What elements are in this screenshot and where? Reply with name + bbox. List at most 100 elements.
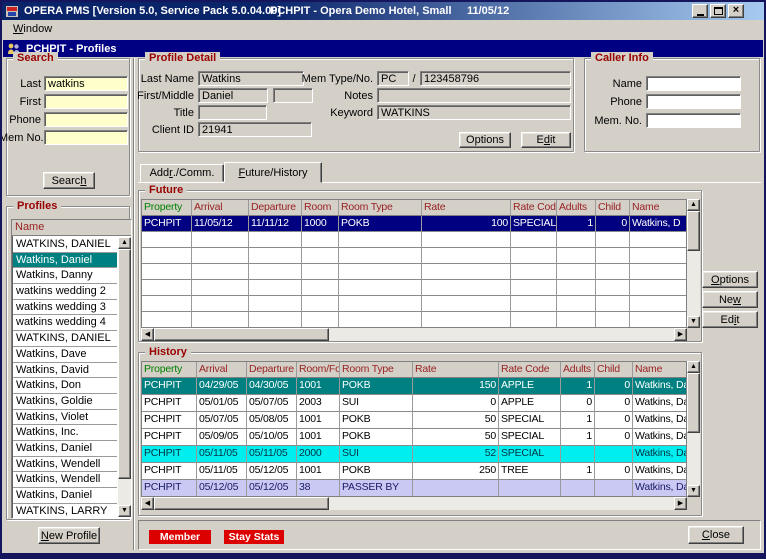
maximize-button[interactable] bbox=[710, 4, 726, 18]
column-header[interactable]: Property bbox=[142, 200, 192, 215]
list-item[interactable]: Watkins, Daniel bbox=[13, 441, 117, 457]
notes-field[interactable] bbox=[377, 88, 571, 103]
list-item[interactable]: Watkins, Daniel bbox=[13, 488, 117, 504]
column-header[interactable]: Name bbox=[633, 362, 687, 377]
table-row[interactable]: PCHPIT05/11/0505/12/051001POKB250TREE10W… bbox=[142, 463, 686, 480]
list-item[interactable]: Watkins, Wendell bbox=[13, 472, 117, 488]
list-item[interactable]: Watkins, Danny bbox=[13, 268, 117, 284]
client-id-field[interactable] bbox=[198, 122, 312, 137]
scroll-down-icon[interactable]: ▼ bbox=[687, 316, 700, 328]
scroll-up-icon[interactable]: ▲ bbox=[118, 237, 131, 249]
table-row[interactable]: PCHPIT05/07/0505/08/051001POKB50SPECIAL1… bbox=[142, 412, 686, 429]
scroll-up-icon[interactable]: ▲ bbox=[687, 199, 700, 211]
scrollbar-thumb[interactable] bbox=[154, 497, 329, 510]
tab-addr-comm[interactable]: Addr./Comm. bbox=[140, 164, 224, 182]
list-item[interactable]: Watkins, Wendell bbox=[13, 457, 117, 473]
scrollbar-thumb[interactable] bbox=[687, 373, 700, 433]
column-header[interactable]: Room Type bbox=[339, 200, 422, 215]
list-item[interactable]: Watkins, Violet bbox=[13, 410, 117, 426]
list-item[interactable]: Watkins, Dave bbox=[13, 347, 117, 363]
list-item[interactable]: Watkins, Don bbox=[13, 378, 117, 394]
title-field[interactable] bbox=[198, 105, 267, 120]
list-item[interactable]: watkins wedding 4 bbox=[13, 315, 117, 331]
list-item[interactable]: Watkins, Inc. bbox=[13, 425, 117, 441]
column-header[interactable]: Adults bbox=[561, 362, 595, 377]
list-item[interactable]: Watkins, Daniel bbox=[13, 253, 117, 269]
scroll-right-icon[interactable]: ▶ bbox=[674, 497, 687, 510]
first-name-field[interactable] bbox=[198, 88, 268, 103]
list-item[interactable]: watkins wedding 3 bbox=[13, 300, 117, 316]
column-header[interactable]: Departure bbox=[249, 200, 302, 215]
table-row[interactable]: PCHPIT11/05/1211/11/121000POKB100SPECIAL… bbox=[142, 216, 686, 232]
scrollbar-thumb[interactable] bbox=[118, 249, 131, 479]
keyword-field[interactable] bbox=[377, 105, 571, 120]
menu-item-window[interactable]: Window bbox=[8, 22, 57, 36]
column-header[interactable]: Adults bbox=[557, 200, 596, 215]
table-row[interactable]: PCHPIT04/29/0504/30/051001POKB150APPLE10… bbox=[142, 378, 686, 395]
column-header[interactable]: Arrival bbox=[197, 362, 247, 377]
minimize-button[interactable] bbox=[692, 4, 708, 18]
mem-no-input[interactable] bbox=[44, 130, 128, 145]
profile-edit-button[interactable]: Edit bbox=[521, 132, 571, 148]
table-row[interactable]: PCHPIT05/11/0505/11/052000SUI52SPECIALWa… bbox=[142, 446, 686, 463]
column-header[interactable]: Child bbox=[595, 362, 633, 377]
scrollbar-track[interactable] bbox=[329, 328, 674, 341]
scroll-down-icon[interactable]: ▼ bbox=[687, 485, 700, 497]
column-header[interactable]: Rate bbox=[413, 362, 499, 377]
column-header[interactable]: Arrival bbox=[192, 200, 249, 215]
column-header[interactable]: Property bbox=[142, 362, 197, 377]
table-row[interactable] bbox=[142, 312, 686, 328]
caller-mem-no-input[interactable] bbox=[646, 113, 741, 128]
scrollbar-track[interactable] bbox=[329, 497, 674, 510]
new-profile-button[interactable]: New Profile bbox=[38, 527, 100, 544]
column-header[interactable]: Room/Fol. bbox=[297, 362, 340, 377]
column-header[interactable]: Child bbox=[596, 200, 630, 215]
last-input[interactable] bbox=[44, 76, 128, 91]
table-row[interactable] bbox=[142, 248, 686, 264]
close-button[interactable]: Close bbox=[688, 526, 744, 544]
list-item[interactable]: WATKINS, DANIEL bbox=[13, 331, 117, 347]
last-name-field[interactable] bbox=[198, 71, 304, 86]
table-row[interactable] bbox=[142, 280, 686, 296]
mem-type-field[interactable] bbox=[377, 71, 409, 86]
mem-no-field[interactable] bbox=[420, 71, 571, 86]
scroll-left-icon[interactable]: ◀ bbox=[141, 497, 154, 510]
history-v-scrollbar[interactable]: ▲ ▼ bbox=[687, 361, 700, 497]
profile-options-button[interactable]: Options bbox=[459, 132, 511, 148]
future-v-scrollbar[interactable]: ▲ ▼ bbox=[687, 199, 700, 328]
future-edit-button[interactable]: Edit bbox=[702, 311, 758, 328]
future-h-scrollbar[interactable]: ◀ ▶ bbox=[141, 328, 687, 341]
column-header[interactable]: Room Type bbox=[340, 362, 413, 377]
phone-input[interactable] bbox=[44, 112, 128, 127]
first-input[interactable] bbox=[44, 94, 128, 109]
future-new-button[interactable]: New bbox=[702, 291, 758, 308]
future-options-button[interactable]: Options bbox=[702, 271, 758, 288]
scrollbar-thumb[interactable] bbox=[687, 211, 700, 251]
column-header[interactable]: Departure bbox=[247, 362, 297, 377]
search-button[interactable]: Search bbox=[43, 172, 95, 189]
history-h-scrollbar[interactable]: ◀ ▶ bbox=[141, 497, 687, 510]
caller-phone-input[interactable] bbox=[646, 94, 741, 109]
column-header[interactable]: Rate Code bbox=[499, 362, 561, 377]
table-row[interactable]: PCHPIT05/12/0505/12/0538PASSER BYWatkins… bbox=[142, 480, 686, 497]
scroll-up-icon[interactable]: ▲ bbox=[687, 361, 700, 373]
table-row[interactable]: PCHPIT05/09/0505/10/051001POKB50SPECIAL1… bbox=[142, 429, 686, 446]
list-item[interactable]: WATKINS, LARRY bbox=[13, 504, 117, 519]
scrollbar-thumb[interactable] bbox=[154, 328, 329, 341]
tab-future-history[interactable]: Future/History bbox=[224, 162, 322, 183]
column-header[interactable]: Name bbox=[630, 200, 687, 215]
profiles-scrollbar[interactable]: ▲ ▼ bbox=[118, 237, 131, 517]
scroll-right-icon[interactable]: ▶ bbox=[674, 328, 687, 341]
table-row[interactable] bbox=[142, 296, 686, 312]
table-row[interactable] bbox=[142, 264, 686, 280]
list-item[interactable]: Watkins, David bbox=[13, 363, 117, 379]
table-row[interactable]: PCHPIT05/01/0505/07/052003SUI0APPLE00Wat… bbox=[142, 395, 686, 412]
caller-name-input[interactable] bbox=[646, 76, 741, 91]
window-close-button[interactable]: × bbox=[728, 4, 744, 18]
table-row[interactable] bbox=[142, 232, 686, 248]
scroll-down-icon[interactable]: ▼ bbox=[118, 505, 131, 517]
list-item[interactable]: WATKINS, DANIEL bbox=[13, 237, 117, 253]
profiles-column-header[interactable]: Name bbox=[12, 220, 131, 236]
column-header[interactable]: Rate Code bbox=[511, 200, 557, 215]
scroll-left-icon[interactable]: ◀ bbox=[141, 328, 154, 341]
